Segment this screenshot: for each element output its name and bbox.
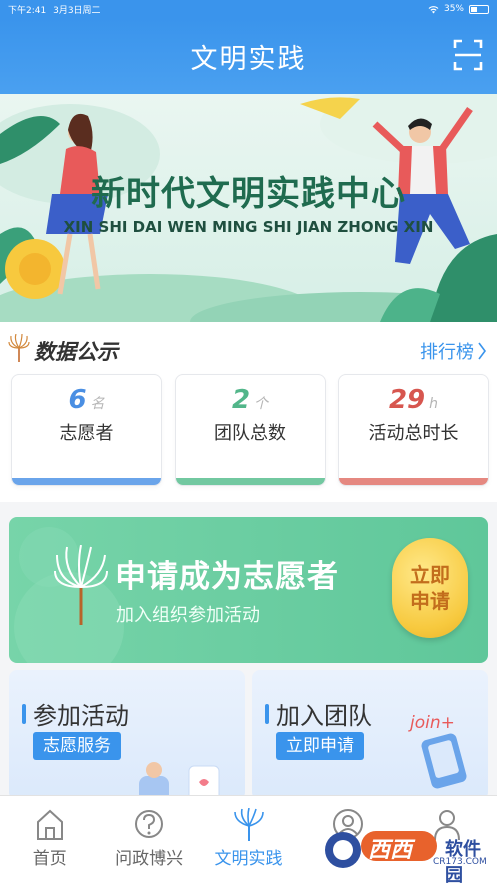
data-section: 数据公示 排行榜 6名 志愿者 2个 团队总数 29 h 活动总时长	[0, 322, 497, 502]
stat-label: 志愿者	[59, 423, 114, 444]
tab-civilization-practice[interactable]: 文明实践	[199, 796, 298, 883]
wifi-icon	[428, 5, 439, 13]
stat-value-row: 2个	[176, 385, 325, 415]
tile-accent	[265, 704, 269, 724]
tile-title: 加入团队	[276, 702, 372, 730]
stat-card-hours[interactable]: 29 h 活动总时长	[338, 374, 489, 486]
stat-cards: 6名 志愿者 2个 团队总数 29 h 活动总时长	[11, 374, 489, 486]
status-bar: 下午2:41 3月3日周二 35%	[0, 0, 497, 18]
stat-unit: 名	[90, 396, 105, 412]
tile-title: 参加活动	[33, 702, 129, 730]
status-time-date: 下午2:41 3月3日周二	[8, 3, 101, 16]
stat-card-volunteers[interactable]: 6名 志愿者	[11, 374, 162, 486]
stat-label: 活动总时长	[368, 423, 459, 444]
stat-value: 6	[68, 385, 87, 415]
battery-icon	[469, 4, 489, 14]
banner-title: 新时代文明实践中心	[91, 174, 406, 214]
tab-label: 文明实践	[214, 849, 283, 869]
home-icon	[36, 809, 63, 840]
activity-illustration	[139, 762, 220, 800]
stat-accent-bar	[12, 478, 161, 485]
stat-value-row: 6名	[12, 385, 161, 415]
apply-now-line1: 立即	[410, 563, 450, 587]
peacock-fan-icon	[54, 545, 108, 625]
apply-subtitle: 加入组织参加活动	[116, 605, 260, 626]
banner-subtitle: XIN SHI DAI WEN MING SHI JIAN ZHONG XIN	[63, 218, 434, 236]
tab-home[interactable]: 首页	[0, 796, 99, 883]
stat-value-row: 29 h	[339, 385, 488, 415]
stat-accent-bar	[175, 478, 325, 485]
watermark-url: CR173.COM	[433, 857, 487, 867]
ranking-link[interactable]: 排行榜	[420, 338, 487, 364]
question-icon	[135, 810, 164, 838]
stat-label: 团队总数	[214, 423, 286, 444]
stat-card-teams[interactable]: 2个 团队总数	[174, 374, 326, 486]
apply-now-line2: 申请	[410, 589, 450, 613]
volunteer-service-button[interactable]: 志愿服务	[33, 732, 121, 760]
tab-label: 问政博兴	[115, 849, 184, 869]
app-header: 文明实践	[0, 18, 497, 94]
chevron-right-icon	[478, 342, 486, 360]
status-time: 下午2:41	[8, 5, 47, 16]
app-screen: 下午2:41 3月3日周二 35% 文明实践 新时代文明实践中心 XIN SHI…	[0, 0, 497, 883]
hero-banner[interactable]: 新时代文明实践中心 XIN SHI DAI WEN MING SHI JIAN …	[0, 94, 497, 322]
stat-accent-bar	[339, 478, 488, 485]
ranking-link-label: 排行榜	[420, 342, 474, 363]
peacock-fan-icon	[233, 808, 264, 841]
tile-accent	[22, 704, 26, 724]
section-title: 数据公示	[34, 340, 118, 364]
join-illustration: join+	[408, 713, 467, 789]
status-right: 35%	[428, 4, 489, 14]
tile-join-team[interactable]: 加入团队 立即申请 join+	[252, 670, 488, 800]
site-watermark: 西西 软件园 CR173.COM	[321, 829, 491, 883]
status-date: 3月3日周二	[53, 5, 101, 16]
apply-now-button[interactable]: 立即 申请	[392, 538, 468, 638]
apply-volunteer-banner[interactable]: 申请成为志愿者 加入组织参加活动 立即 申请	[9, 517, 488, 663]
apply-team-button[interactable]: 立即申请	[276, 732, 364, 760]
page-title: 文明实践	[190, 43, 307, 75]
action-tiles: 参加活动 志愿服务 加入团队 立即申请 join+	[9, 670, 488, 800]
battery-level: 35%	[443, 4, 464, 14]
tab-inquiry[interactable]: 问政博兴	[99, 796, 198, 883]
stat-unit: h	[429, 396, 439, 412]
watermark-brand: 西西	[368, 838, 413, 863]
tile-join-activity[interactable]: 参加活动 志愿服务	[9, 670, 245, 800]
stat-value: 29	[388, 385, 426, 415]
scan-qr-icon[interactable]	[453, 38, 483, 72]
stat-unit: 个	[254, 396, 269, 412]
tab-label: 首页	[32, 849, 67, 869]
join-tag: join+	[408, 713, 455, 733]
peacock-fan-icon	[8, 334, 30, 362]
stat-value: 2	[231, 385, 251, 415]
apply-title: 申请成为志愿者	[115, 559, 339, 595]
